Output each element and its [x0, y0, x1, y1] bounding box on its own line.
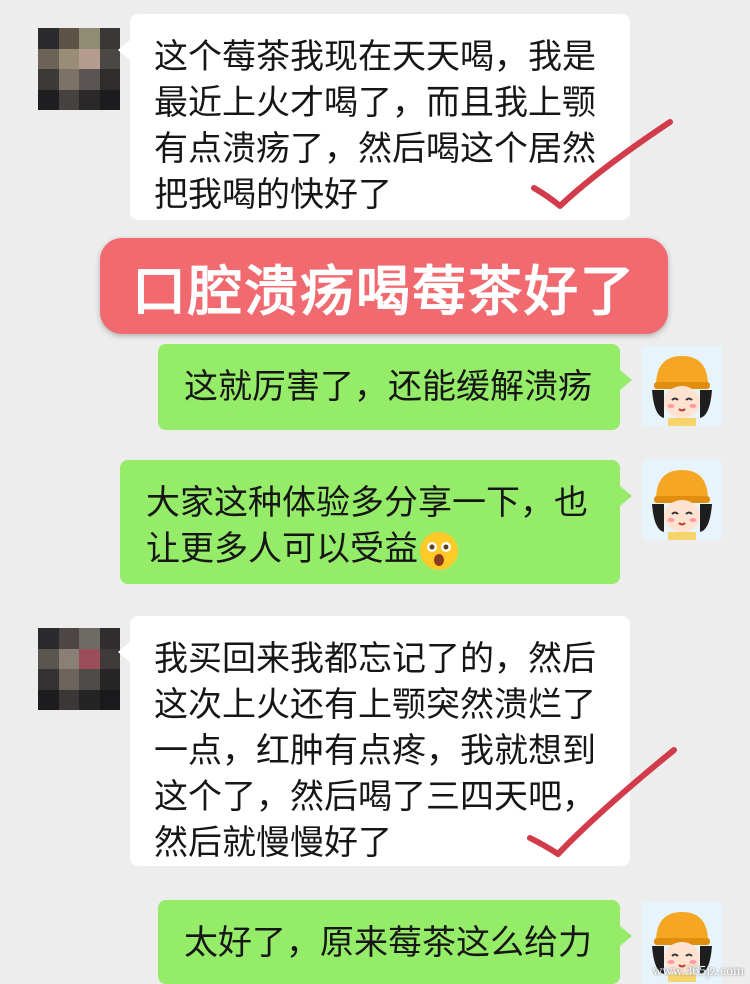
message-text-line: 让更多人可以受益 — [146, 526, 594, 572]
message-text-line: 这就厉害了，还能缓解溃疡 — [184, 367, 592, 407]
message-text-line: 然后就慢慢好了 — [154, 823, 392, 863]
message-bubble-outgoing[interactable]: 太好了，原来莓茶这么给力 — [158, 900, 632, 984]
cartoon-girl-avatar-icon — [642, 460, 722, 540]
self-avatar[interactable] — [642, 346, 722, 426]
message-text-line: 我买回来我都忘记了的，然后 — [154, 639, 596, 679]
message-text-line: 最近上火才喝了，而且我上颚 — [154, 83, 596, 123]
message-text-line: 太好了，原来莓茶这么给力 — [184, 923, 592, 963]
watermark: www.365jz.com — [652, 964, 744, 979]
highlight-banner: 口腔溃疡喝莓茶好了 — [100, 238, 668, 334]
surprised-face-emoji-icon — [420, 531, 458, 570]
contact-avatar[interactable] — [38, 628, 120, 710]
message-text-line: 这次上火还有上颚突然溃烂了 — [154, 685, 596, 725]
contact-avatar[interactable] — [38, 28, 120, 110]
message-text-line: 有点溃疡了，然后喝这个居然 — [154, 129, 596, 169]
message-text-line: 一点，红肿有点疼，我就想到 — [154, 731, 596, 771]
cartoon-girl-avatar-icon — [642, 346, 722, 426]
message-bubble-incoming[interactable]: 我买回来我都忘记了的，然后 这次上火还有上颚突然溃烂了 一点，红肿有点疼，我就想… — [118, 616, 630, 866]
message-text-line: 这个莓茶我现在天天喝，我是 — [154, 37, 596, 77]
message-text-line: 这个了，然后喝了三四天吧， — [154, 777, 596, 817]
message-bubble-outgoing[interactable]: 大家这种体验多分享一下，也 让更多人可以受益 — [120, 460, 632, 584]
message-text-line: 大家这种体验多分享一下，也 — [146, 483, 588, 523]
message-bubble-outgoing[interactable]: 这就厉害了，还能缓解溃疡 — [158, 344, 632, 430]
message-text-segment: 让更多人可以受益 — [146, 529, 418, 569]
message-text-line: 把我喝的快好了 — [154, 175, 392, 215]
banner-text: 口腔溃疡喝莓茶好了 — [132, 259, 636, 323]
message-bubble-incoming[interactable]: 这个莓茶我现在天天喝，我是 最近上火才喝了，而且我上颚 有点溃疡了，然后喝这个居… — [118, 14, 630, 220]
self-avatar[interactable] — [642, 460, 722, 540]
